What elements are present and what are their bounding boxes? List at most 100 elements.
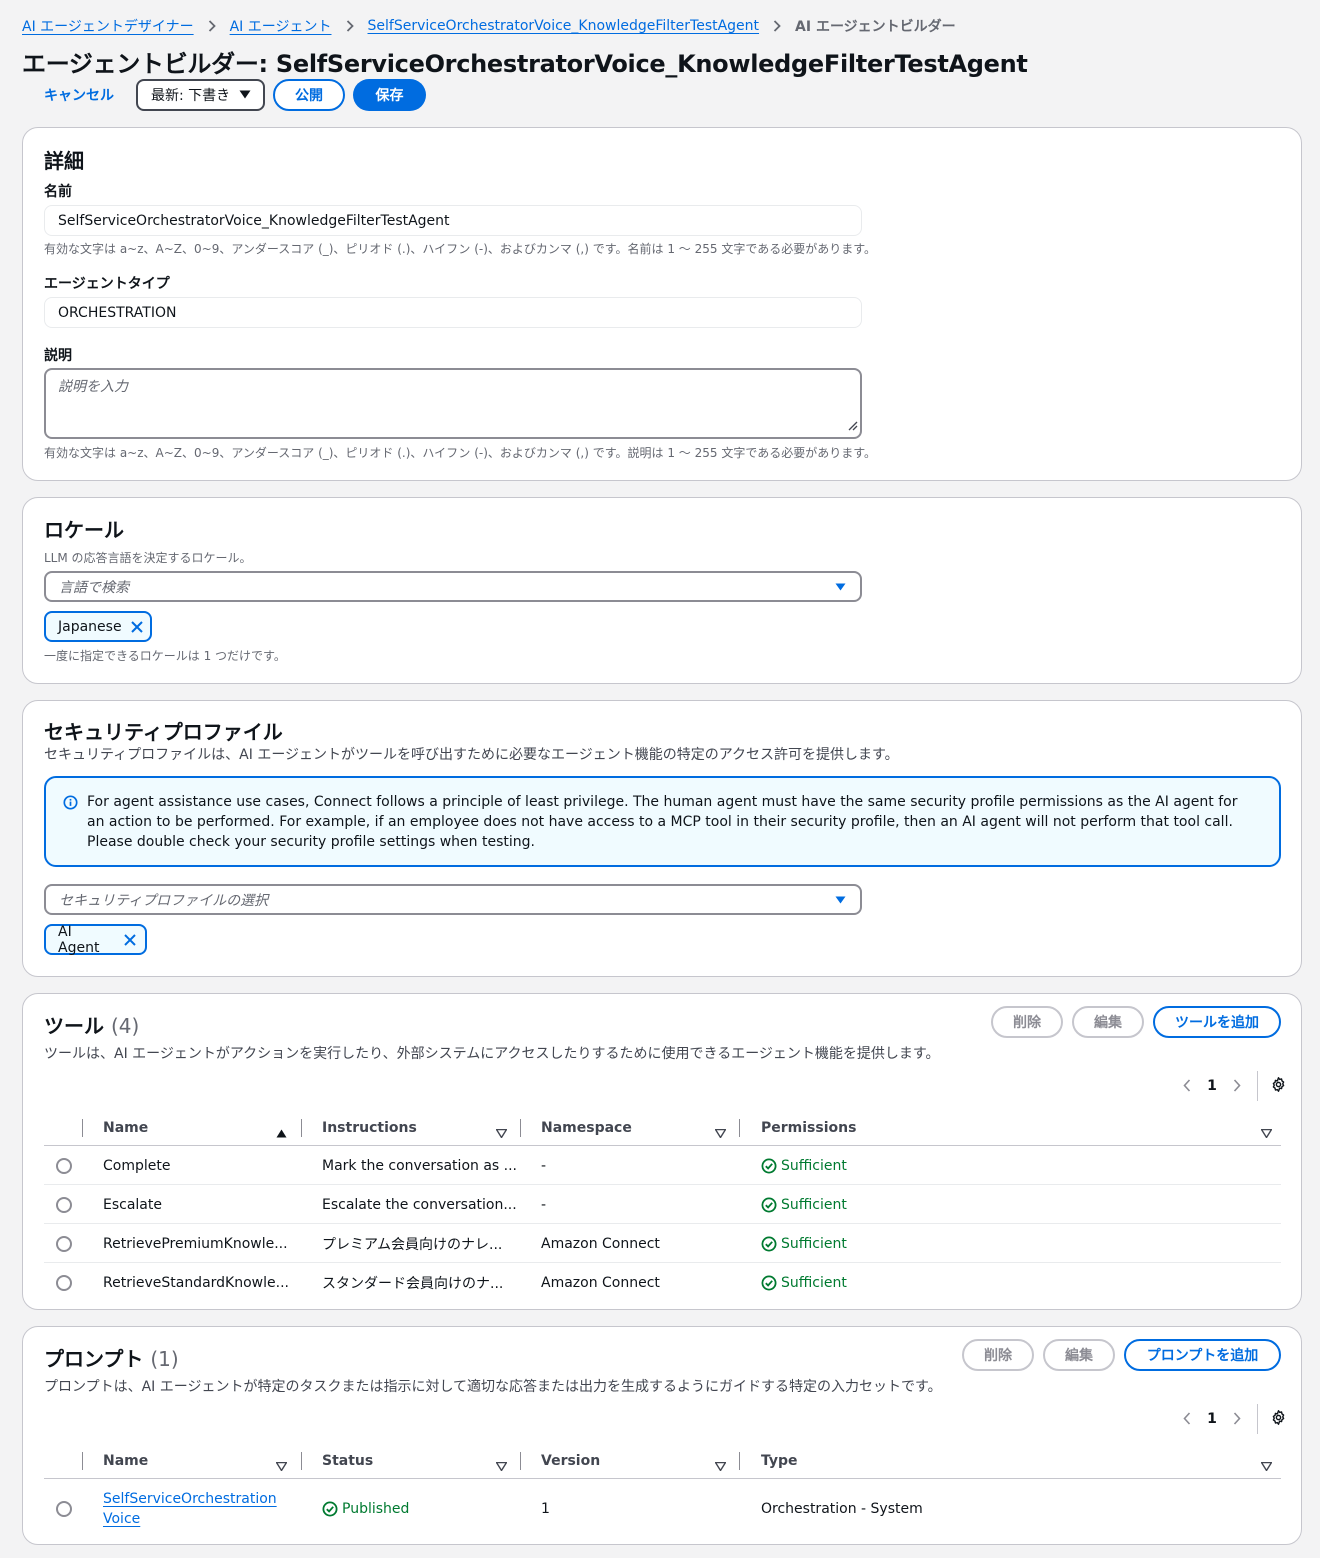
row-radio[interactable] — [56, 1158, 72, 1174]
column-separator[interactable] — [739, 1119, 740, 1137]
description-hint: 有効な文字は a~z、A~Z、0~9、アンダースコア (_)、ピリオド (.)、… — [44, 446, 877, 460]
chevron-left-icon[interactable] — [1183, 1077, 1191, 1096]
tool-instructions: Escalate the conversation... — [322, 1196, 517, 1213]
column-separator[interactable] — [520, 1452, 521, 1470]
column-separator[interactable] — [301, 1452, 302, 1470]
edit-tool-button[interactable]: 編集 — [1072, 1006, 1144, 1038]
tool-instructions: Mark the conversation as ... — [322, 1157, 518, 1174]
column-header-name[interactable]: Name — [103, 1443, 148, 1479]
locale-hint: 一度に指定できるロケールは 1 つだけです。 — [44, 649, 286, 663]
tools-pagination: 1 — [1183, 1070, 1287, 1102]
publish-button[interactable]: 公開 — [273, 79, 345, 111]
header-actions: キャンセル 最新: 下書き 公開 保存 — [22, 79, 426, 111]
chevron-right-icon[interactable] — [1233, 1410, 1241, 1429]
chevron-right-icon[interactable] — [1233, 1077, 1241, 1096]
agent-type-field[interactable]: ORCHESTRATION — [44, 297, 862, 328]
column-separator[interactable] — [301, 1119, 302, 1137]
locale-panel: ロケール LLM の応答言語を決定するロケール。 言語で検索 Japanese … — [22, 497, 1302, 684]
tools-title: ツール (4) — [44, 1010, 139, 1039]
table-row[interactable]: RetrieveStandardKnowle... スタンダード会員向けのナ..… — [44, 1263, 1281, 1302]
column-header-name[interactable]: Name — [103, 1110, 148, 1146]
row-radio[interactable] — [56, 1197, 72, 1213]
version-select-value: 最新: 下書き — [151, 88, 231, 104]
column-header-permissions[interactable]: Permissions — [761, 1110, 856, 1146]
edit-prompt-button[interactable]: 編集 — [1043, 1339, 1115, 1371]
row-radio[interactable] — [56, 1501, 72, 1517]
sort-ascending-icon[interactable] — [276, 1123, 287, 1142]
caret-down-icon — [835, 892, 846, 908]
tools-actions: 削除 編集 ツールを追加 — [991, 1006, 1281, 1038]
delete-prompt-button[interactable]: 削除 — [962, 1339, 1034, 1371]
prompts-pagination: 1 — [1183, 1403, 1287, 1435]
gear-icon[interactable] — [1270, 1409, 1287, 1430]
tools-count: (4) — [110, 1014, 140, 1038]
chevron-left-icon[interactable] — [1183, 1410, 1191, 1429]
table-row[interactable]: SelfServiceOrchestrationVoice Published … — [44, 1479, 1281, 1539]
agent-builder-page: AI エージェントデザイナー AI エージェント SelfServiceOrch… — [0, 0, 1320, 1558]
breadcrumb-agent-name[interactable]: SelfServiceOrchestratorVoice_KnowledgeFi… — [368, 18, 760, 34]
sort-caret-down-icon[interactable] — [275, 1456, 288, 1475]
sort-caret-down-icon[interactable] — [1260, 1123, 1273, 1142]
locale-search-placeholder: 言語で検索 — [59, 579, 129, 596]
info-text: For agent assistance use cases, Connect … — [87, 794, 1238, 850]
column-header-instructions[interactable]: Instructions — [322, 1110, 417, 1146]
tools-page-number[interactable]: 1 — [1197, 1078, 1227, 1094]
name-hint: 有効な文字は a~z、A~Z、0~9、アンダースコア (_)、ピリオド (.)、… — [44, 242, 877, 256]
locale-search-select[interactable]: 言語で検索 — [44, 571, 862, 602]
table-row[interactable]: RetrievePremiumKnowle... プレミアム会員向けのナレ...… — [44, 1224, 1281, 1263]
permissions-text: Sufficient — [781, 1235, 847, 1252]
row-radio[interactable] — [56, 1275, 72, 1291]
chevron-right-icon — [346, 20, 354, 32]
tool-namespace: Amazon Connect — [541, 1235, 660, 1252]
prompt-name-link[interactable]: SelfServiceOrchestrationVoice — [103, 1489, 283, 1529]
save-button[interactable]: 保存 — [353, 79, 426, 111]
sort-caret-down-icon[interactable] — [1260, 1456, 1273, 1475]
close-icon[interactable] — [130, 620, 144, 634]
security-profile-placeholder: セキュリティプロファイルの選択 — [59, 892, 269, 909]
breadcrumb-ai-agent-designer[interactable]: AI エージェントデザイナー — [22, 16, 194, 36]
status-success-icon — [322, 1501, 338, 1517]
add-tool-button[interactable]: ツールを追加 — [1153, 1006, 1281, 1038]
tool-namespace: - — [541, 1157, 547, 1174]
delete-tool-button[interactable]: 削除 — [991, 1006, 1063, 1038]
security-profile-token: AI Agent — [44, 923, 147, 956]
prompts-page-number[interactable]: 1 — [1197, 1411, 1227, 1427]
name-field[interactable]: SelfServiceOrchestratorVoice_KnowledgeFi… — [44, 205, 862, 236]
least-privilege-info-alert: For agent assistance use cases, Connect … — [44, 776, 1281, 867]
version-select[interactable]: 最新: 下書き — [136, 79, 265, 111]
prompts-table: Name Status Version Type SelfServiceOrch… — [44, 1443, 1281, 1539]
chevron-right-icon — [208, 20, 216, 32]
prompt-type: Orchestration - System — [761, 1501, 923, 1517]
tool-permissions: Sufficient — [761, 1224, 847, 1263]
gear-icon[interactable] — [1270, 1076, 1287, 1097]
column-separator[interactable] — [739, 1452, 740, 1470]
row-radio[interactable] — [56, 1236, 72, 1252]
resize-grip-icon[interactable] — [846, 419, 858, 435]
sort-caret-down-icon[interactable] — [495, 1456, 508, 1475]
locale-token: Japanese — [44, 611, 152, 642]
cancel-button[interactable]: キャンセル — [22, 79, 136, 111]
security-title: セキュリティプロファイル — [44, 720, 283, 744]
table-row[interactable]: Complete Mark the conversation as ... - … — [44, 1146, 1281, 1185]
tool-permissions: Sufficient — [761, 1263, 847, 1302]
description-textarea[interactable]: 説明を入力 — [44, 368, 862, 439]
column-header-namespace[interactable]: Namespace — [541, 1110, 632, 1146]
sort-caret-down-icon[interactable] — [495, 1123, 508, 1142]
column-header-type[interactable]: Type — [761, 1443, 798, 1479]
status-success-icon — [761, 1158, 777, 1173]
permissions-text: Sufficient — [781, 1196, 847, 1213]
prompts-title: プロンプト (1) — [44, 1343, 179, 1372]
tool-name: RetrievePremiumKnowle... — [103, 1235, 288, 1252]
column-header-status[interactable]: Status — [322, 1443, 373, 1479]
add-prompt-button[interactable]: プロンプトを追加 — [1124, 1339, 1281, 1371]
sort-caret-down-icon[interactable] — [714, 1456, 727, 1475]
column-header-version[interactable]: Version — [541, 1443, 600, 1479]
prompts-table-header: Name Status Version Type — [44, 1443, 1281, 1479]
security-token-label: AI Agent — [58, 923, 100, 956]
breadcrumb-ai-agents[interactable]: AI エージェント — [230, 16, 332, 36]
table-row[interactable]: Escalate Escalate the conversation... - … — [44, 1185, 1281, 1224]
close-icon[interactable] — [123, 933, 137, 947]
sort-caret-down-icon[interactable] — [714, 1123, 727, 1142]
security-profile-select[interactable]: セキュリティプロファイルの選択 — [44, 884, 862, 915]
column-separator[interactable] — [520, 1119, 521, 1137]
